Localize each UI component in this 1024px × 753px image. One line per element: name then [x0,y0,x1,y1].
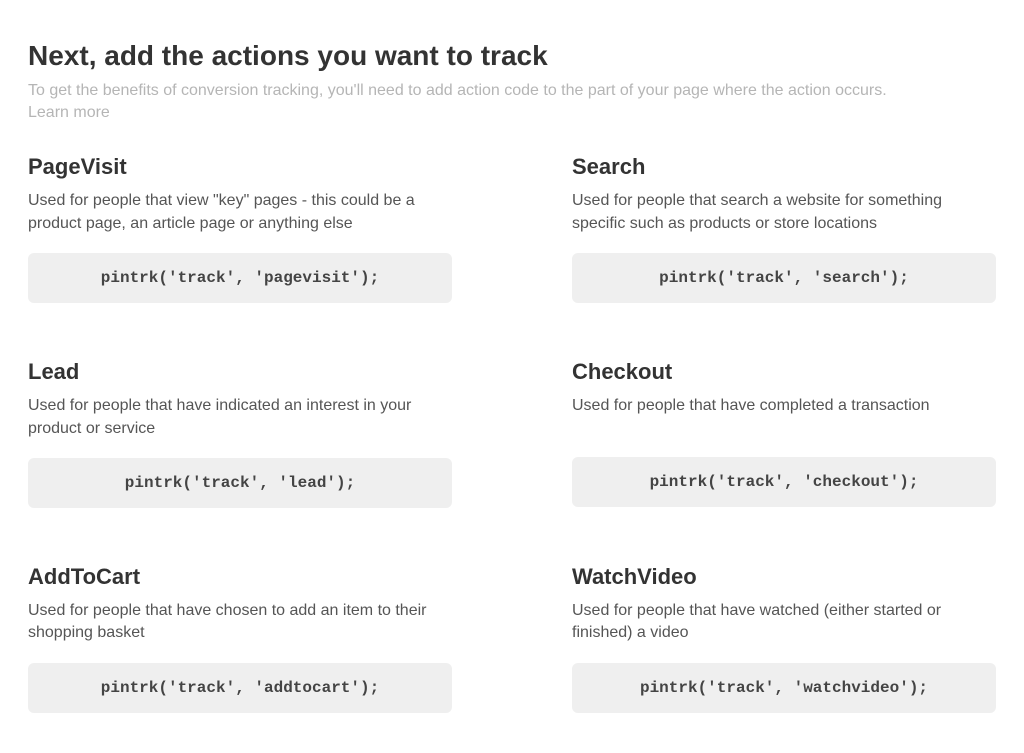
action-addtocart: AddToCart Used for people that have chos… [28,564,452,713]
action-title: Lead [28,359,452,385]
action-title: AddToCart [28,564,452,590]
action-title: Search [572,154,996,180]
code-snippet: pintrk('track', 'addtocart'); [28,663,452,713]
action-description: Used for people that have indicated an i… [28,395,452,440]
action-lead: Lead Used for people that have indicated… [28,359,452,508]
action-description: Used for people that view "key" pages - … [28,190,452,235]
action-title: PageVisit [28,154,452,180]
action-title: Checkout [572,359,996,385]
action-description: Used for people that search a website fo… [572,190,996,235]
page-title: Next, add the actions you want to track [28,40,996,72]
code-snippet: pintrk('track', 'search'); [572,253,996,303]
action-description: Used for people that have chosen to add … [28,600,452,645]
code-snippet: pintrk('track', 'watchvideo'); [572,663,996,713]
action-description: Used for people that have watched (eithe… [572,600,996,645]
page-subtitle: To get the benefits of conversion tracki… [28,80,996,102]
actions-grid: PageVisit Used for people that view "key… [28,154,996,712]
action-title: WatchVideo [572,564,996,590]
action-watchvideo: WatchVideo Used for people that have wat… [572,564,996,713]
action-search: Search Used for people that search a web… [572,154,996,303]
action-pagevisit: PageVisit Used for people that view "key… [28,154,452,303]
code-snippet: pintrk('track', 'checkout'); [572,457,996,507]
learn-more-link[interactable]: Learn more [28,104,110,122]
action-description: Used for people that have completed a tr… [572,395,996,439]
action-checkout: Checkout Used for people that have compl… [572,359,996,508]
code-snippet: pintrk('track', 'pagevisit'); [28,253,452,303]
code-snippet: pintrk('track', 'lead'); [28,458,452,508]
